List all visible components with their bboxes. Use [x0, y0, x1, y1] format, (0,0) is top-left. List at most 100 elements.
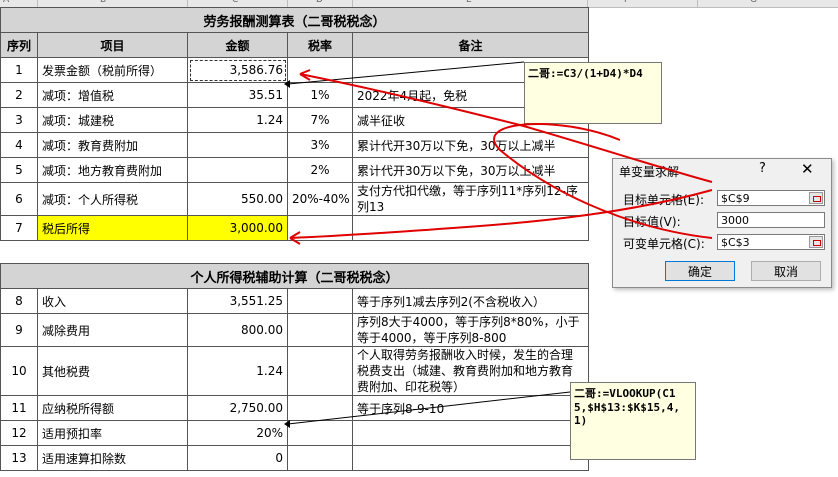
note-cell[interactable]: 等于序列8-9-10 — [351, 395, 590, 421]
close-icon[interactable]: ✕ — [801, 160, 814, 178]
cancel-button[interactable]: 取消 — [751, 261, 821, 281]
item-cell[interactable]: 减项：增值税 — [37, 82, 188, 108]
rate-cell[interactable]: 7% — [287, 107, 353, 133]
note-cell[interactable]: 累计代开30万以下免，30万以上减半 — [352, 157, 589, 183]
header-amount[interactable]: 金额 — [187, 32, 288, 58]
amount-cell[interactable] — [187, 132, 288, 158]
note-cell[interactable]: 序列8大于4000，等于序列8*80%，小于等于4000，等于序列8-800 — [351, 313, 590, 347]
note-cell[interactable] — [352, 215, 589, 241]
help-button[interactable]: ? — [759, 161, 766, 176]
rate-cell[interactable]: 20%-40% — [287, 182, 353, 216]
amount-cell[interactable]: 3,551.25 — [187, 288, 288, 314]
table1-title[interactable]: 劳务报酬测算表（二哥税税念） — [0, 7, 589, 33]
note-cell[interactable] — [351, 420, 590, 446]
item-cell[interactable]: 其他税费 — [37, 346, 188, 396]
target-cell-value: $C$9 — [721, 192, 750, 205]
comment-box-vat-formula[interactable]: 二哥:=C3/(1+D4)*D4 — [524, 62, 662, 124]
dialog-title: 单变量求解 — [619, 165, 680, 179]
amount-cell[interactable]: 35.51 — [187, 82, 288, 108]
note-cell[interactable]: 等于序列1减去序列2(不含税收入） — [351, 288, 590, 314]
seq-cell[interactable]: 10 — [0, 346, 38, 396]
item-cell[interactable]: 收入 — [37, 288, 188, 314]
target-cell-field[interactable]: $C$9 — [717, 190, 825, 206]
seq-cell[interactable]: 12 — [0, 420, 38, 446]
note-cell[interactable]: 支付方代扣代缴，等于序列11*序列12-序列13 — [352, 182, 589, 216]
rate-cell[interactable] — [287, 57, 353, 83]
table-row: 8 收入 3,551.25 等于序列1减去序列2(不含税收入） — [0, 288, 590, 314]
target-value-value: 3000 — [721, 214, 749, 227]
item-cell[interactable]: 适用预扣率 — [37, 420, 188, 446]
amount-cell[interactable]: 2,750.00 — [187, 395, 288, 421]
col-letter-e[interactable]: E — [466, 0, 472, 5]
amount-cell-copied[interactable]: 3,586.76 — [187, 57, 288, 83]
target-value-label: 目标值(V): — [623, 215, 681, 229]
changing-cell-field[interactable]: $C$3 — [717, 234, 825, 250]
seq-cell[interactable]: 5 — [0, 157, 38, 183]
col-letter-a[interactable]: A — [3, 0, 9, 5]
amount-cell[interactable]: 0 — [187, 445, 288, 471]
target-value-field[interactable]: 3000 — [717, 212, 825, 228]
rate-cell[interactable] — [287, 313, 353, 347]
col-letter-d[interactable]: D — [316, 0, 323, 5]
rate-cell[interactable]: 1% — [287, 82, 353, 108]
rate-cell[interactable] — [287, 445, 353, 471]
rate-cell[interactable] — [287, 288, 353, 314]
comment-box-vlookup-formula[interactable]: 二哥:=VLOOKUP(C15,$H$13:$K$15,4,1) — [570, 382, 696, 460]
changing-cell-label: 可变单元格(C): — [623, 237, 705, 251]
seq-cell[interactable]: 1 — [0, 57, 38, 83]
table-row: 4 减项：教育费附加 3% 累计代开30万以下免，30万以上减半 — [0, 132, 589, 158]
seq-cell[interactable]: 11 — [0, 395, 38, 421]
col-letter-g[interactable]: G — [750, 0, 757, 5]
seq-cell[interactable]: 13 — [0, 445, 38, 471]
col-letter-f[interactable]: F — [624, 0, 629, 5]
header-item[interactable]: 项目 — [37, 32, 188, 58]
table-row: 12 适用预扣率 20% — [0, 420, 590, 446]
item-cell[interactable]: 减项：地方教育费附加 — [37, 157, 188, 183]
header-note[interactable]: 备注 — [352, 32, 589, 58]
rate-cell[interactable] — [287, 395, 353, 421]
amount-cell[interactable]: 20% — [187, 420, 288, 446]
table-row: 10 其他税费 1.24 个人取得劳务报酬收入时候，发生的合理税费支出（城建、教… — [0, 346, 590, 396]
seq-cell[interactable]: 6 — [0, 182, 38, 216]
table-row: 3 减项：城建税 1.24 7% 减半征收 — [0, 107, 589, 133]
rate-cell[interactable]: 3% — [287, 132, 353, 158]
seq-cell[interactable]: 9 — [0, 313, 38, 347]
table2-title[interactable]: 个人所得税辅助计算（二哥税税念） — [0, 263, 590, 289]
rate-cell[interactable]: 2% — [287, 157, 353, 183]
item-cell[interactable]: 减除费用 — [37, 313, 188, 347]
col-letter-b[interactable]: B — [100, 0, 106, 5]
header-rate[interactable]: 税率 — [287, 32, 353, 58]
item-cell[interactable]: 应纳税所得额 — [37, 395, 188, 421]
amount-cell[interactable]: 1.24 — [187, 107, 288, 133]
target-cell-label: 目标单元格(E): — [623, 193, 704, 207]
item-cell[interactable]: 发票金额（税前所得） — [37, 57, 188, 83]
item-cell-highlight[interactable]: 税后所得 — [37, 215, 188, 241]
note-cell[interactable] — [351, 445, 590, 471]
amount-cell[interactable] — [187, 157, 288, 183]
seq-cell[interactable]: 3 — [0, 107, 38, 133]
seq-cell[interactable]: 2 — [0, 82, 38, 108]
note-cell[interactable]: 累计代开30万以下免，30万以上减半 — [352, 132, 589, 158]
ok-button[interactable]: 确定 — [665, 261, 735, 281]
seq-cell[interactable]: 4 — [0, 132, 38, 158]
header-seq[interactable]: 序列 — [0, 32, 38, 58]
rate-cell[interactable] — [287, 420, 353, 446]
item-cell[interactable]: 减项：教育费附加 — [37, 132, 188, 158]
item-cell[interactable]: 减项：城建税 — [37, 107, 188, 133]
item-cell[interactable]: 减项：个人所得税 — [37, 182, 188, 216]
amount-cell[interactable]: 1.24 — [187, 346, 288, 396]
seq-cell[interactable]: 7 — [0, 215, 38, 241]
range-select-icon[interactable] — [809, 236, 823, 248]
item-cell[interactable]: 适用速算扣除数 — [37, 445, 188, 471]
amount-cell[interactable]: 550.00 — [187, 182, 288, 216]
col-letter-c[interactable]: C — [232, 0, 238, 5]
comment-text: 二哥:=VLOOKUP(C15,$H$13:$K$15,4,1) — [574, 387, 680, 427]
seq-cell[interactable]: 8 — [0, 288, 38, 314]
rate-cell[interactable] — [287, 346, 353, 396]
amount-cell[interactable]: 800.00 — [187, 313, 288, 347]
table-row: 5 减项：地方教育费附加 2% 累计代开30万以下免，30万以上减半 — [0, 157, 589, 183]
note-cell[interactable]: 个人取得劳务报酬收入时候，发生的合理税费支出（城建、教育费附加和地方教育费附加、… — [351, 346, 590, 396]
rate-cell[interactable] — [287, 215, 353, 241]
amount-cell-highlight[interactable]: 3,000.00 — [187, 215, 288, 241]
range-select-icon[interactable] — [809, 192, 823, 204]
